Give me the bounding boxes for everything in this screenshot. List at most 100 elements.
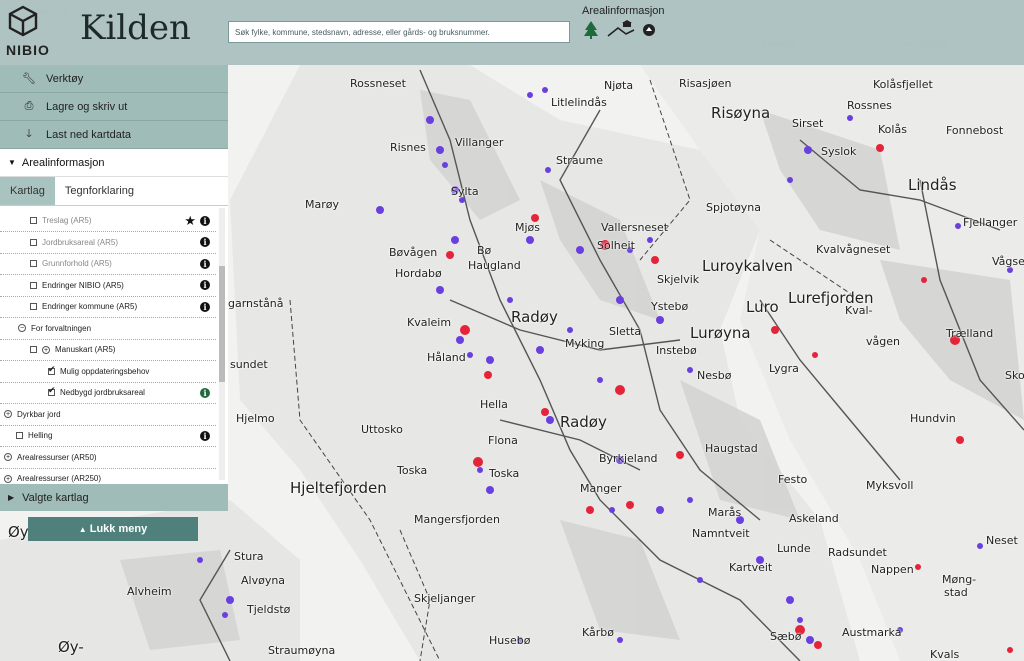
place-label: Nesbø [697,369,732,382]
place-label: Nappen [871,563,914,576]
expand-plus-icon[interactable]: + [4,410,12,418]
layer-row[interactable]: Mulig oppdateringsbehov [0,361,216,383]
layer-row[interactable]: Treslag (AR5) ★ i [0,210,216,232]
collapse-minus-icon[interactable]: − [18,324,26,332]
layer-row[interactable]: Helling i [0,425,216,447]
menu-download[interactable]: 🡓 Last ned kartdata [0,121,228,149]
tab-kartlag[interactable]: Kartlag [0,177,55,205]
close-menu-label: Lukk meny [89,523,148,535]
layer-checkbox-checked[interactable] [48,385,56,396]
tab-bar: Kartlag Tegnforklaring [0,177,228,206]
areal-section-header[interactable]: ▼ Arealinformasjon [0,149,228,177]
logo-text: NIBIO [6,42,50,58]
layer-label: For forvaltningen [31,323,92,333]
place-label: Solheit [597,239,635,252]
layer-checkbox[interactable] [30,238,37,246]
tree-icon[interactable] [582,20,600,40]
place-label: Manger [580,482,622,495]
place-label: Skjelvik [657,273,700,286]
layer-label: Nedbygd jordbruksareal [60,388,145,397]
place-label: Straumøyna [268,644,336,657]
layer-row[interactable]: Jordbruksareal (AR5) i [0,232,216,254]
info-icon[interactable]: i [200,301,210,312]
place-label: Sylta [451,185,479,198]
layer-checkbox-checked[interactable] [48,364,56,375]
place-label: Straume [556,154,604,167]
expand-plus-icon[interactable]: + [4,453,12,461]
layer-checkbox[interactable] [30,303,37,310]
place-label: Tjeldstø [247,603,291,616]
place-label: Skjeljanger [414,592,476,605]
info-icon[interactable]: i [200,430,210,441]
info-icon[interactable]: i [200,237,210,247]
wrench-icon: 🔧︎ [22,73,36,85]
place-label: Sletta [609,325,642,338]
place-label: Marås [708,506,742,519]
place-label: Skog [1005,369,1024,382]
layer-checkbox[interactable] [16,432,23,439]
place-label: garnstånå [228,297,284,310]
layer-row[interactable]: Nedbygd jordbruksareal i [0,382,216,404]
place-label: Fjellanger [963,216,1018,229]
place-label: Kolås [878,123,907,136]
layer-row[interactable]: − For forvaltningen [0,318,216,340]
place-label: Hella [480,398,508,411]
place-label: Lunde [777,542,811,555]
place-label: Flona [488,434,518,447]
layer-row[interactable]: + Arealressurser (AR50) [0,447,216,469]
place-label: Vallersneset [601,221,669,234]
place-label: Mangersfjorden [414,513,500,526]
place-label: Øy- [58,638,84,656]
expand-plus-icon[interactable]: + [42,345,50,354]
layer-list-scrollbar[interactable] [219,208,225,480]
layer-row[interactable]: + Manuskart (AR5) [0,339,216,361]
place-label: Spjotøyna [706,201,762,214]
info-icon[interactable]: i [200,215,210,226]
place-label: Kårbø [582,626,614,639]
place-label: Ystebø [651,300,689,313]
tab-tegnforklaring[interactable]: Tegnforklaring [55,177,144,205]
place-label: Bø [477,244,492,257]
top-header: NIBIO Kilden Arealinformasjon [0,0,1024,65]
layer-row[interactable]: Endringer kommune (AR5) i [0,296,216,318]
layer-row[interactable]: Endringer NIBIO (AR5) i [0,275,216,297]
areal-icon-group [582,20,665,40]
info-icon[interactable]: i [200,387,210,398]
arrow-up-circle-icon[interactable] [642,23,656,37]
info-icon[interactable]: i [200,280,210,290]
place-label: Kolåsfjellet [873,78,933,91]
expand-plus-icon[interactable]: + [4,474,12,483]
layer-label: Arealressurser (AR250) [17,474,102,483]
layer-checkbox[interactable] [30,260,37,267]
place-label: Instebø [656,344,697,357]
close-menu-button[interactable]: ▲ Lukk meny [28,517,198,541]
place-label: Hjeltefjorden [290,479,387,497]
scrollbar-thumb[interactable] [219,266,225,382]
selected-layers-header[interactable]: ▶ Valgte kartlag [0,484,228,511]
place-label: Vågsei [992,255,1024,268]
download-arrow-icon: 🡓 [26,128,32,140]
layer-row[interactable]: + Dyrkbar jord [0,404,216,426]
place-label: Kvaleim [407,316,452,329]
search-input[interactable] [228,21,570,43]
menu-tools[interactable]: 🔧︎ Verktøy [0,65,228,93]
favorite-star-icon[interactable]: ★ [184,213,196,229]
place-label: Namntveit [692,527,750,540]
layer-checkbox[interactable] [30,346,37,353]
place-label: Sirset [792,117,824,130]
farm-landscape-icon[interactable] [606,20,636,40]
menu-save-print[interactable]: ⎙ Lagre og skriv ut [0,93,228,121]
layer-label: Dyrkbar jord [17,409,61,419]
layer-checkbox[interactable] [30,281,37,289]
place-label: Njøta [604,79,634,92]
info-icon[interactable]: i [200,258,210,269]
place-label: Trælland [946,327,994,340]
layer-row[interactable]: + Arealressurser (AR250) [0,468,216,484]
place-label: stad [944,586,968,599]
place-label: Myksvoll [866,479,914,492]
layer-row[interactable]: Grunnforhold (AR5) i [0,253,216,275]
layer-checkbox[interactable] [30,217,37,224]
layer-label: Grunnforhold (AR5) [42,259,112,268]
place-label: Rossneset [350,77,406,90]
place-label: Askeland [789,512,839,525]
